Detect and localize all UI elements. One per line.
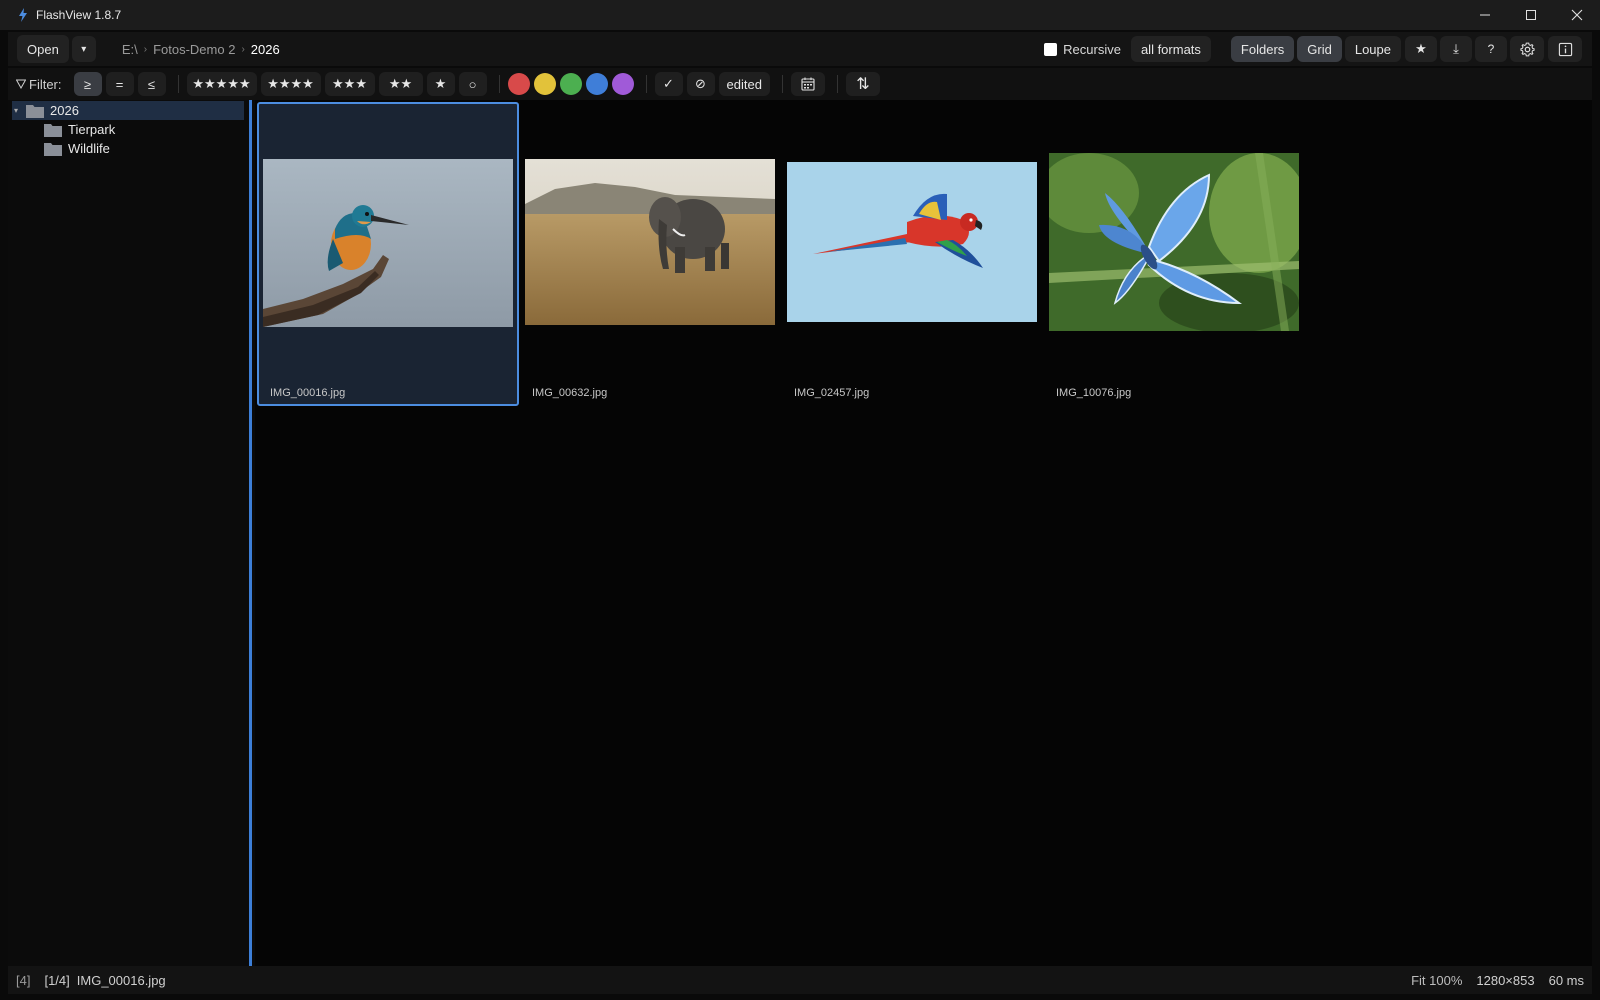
tree-item-label: Wildlife [68,141,110,156]
breadcrumb-separator: › [241,43,245,55]
filter-compare-eq[interactable]: = [105,72,134,96]
gear-icon [1519,42,1535,56]
thumbnail-grid: IMG_00016.jpg IMG_00632.jpg IMG_02457.jp… [255,100,1592,966]
filter-color-green[interactable] [559,73,582,95]
filter-picked-button[interactable]: ✓ [654,72,683,96]
filter-compare-lte[interactable]: ≤ [137,72,166,96]
status-zoom: Fit 100% [1411,972,1463,988]
thumbnail-image-butterfly[interactable] [1049,153,1299,331]
filter-rating-5[interactable]: ★★★★★ [186,72,257,96]
tree-item-2026[interactable]: ▾ 2026 [12,101,244,120]
breadcrumb-separator: › [143,43,148,55]
tree-item-wildlife[interactable]: Wildlife [44,139,244,158]
filter-rating-none[interactable]: ○ [458,72,487,96]
folder-tree: ▾ 2026 Tierpark Wildlife [8,100,252,966]
filter-rating-2[interactable]: ★★ [378,72,423,96]
filter-rejected-button[interactable]: ⊘ [686,72,715,96]
recursive-toggle[interactable]: Recursive [1044,42,1121,57]
window-title: FlashView 1.8.7 [36,8,122,22]
filter-rating-4[interactable]: ★★★★ [260,72,321,96]
view-folders-button[interactable]: Folders [1230,36,1295,62]
title-bar: FlashView 1.8.7 [0,0,1600,30]
divider [781,75,783,93]
download-icon[interactable]: ⤓ [1440,36,1472,62]
filter-bar: Filter: ≥ = ≤ ★★★★★ ★★★★ ★★★ ★★ ★ ○ ✓ ⊘ … [8,68,1592,100]
thumbnail-image-macaw[interactable] [787,162,1037,322]
date-filter-button[interactable] [790,72,825,96]
thumbnail-filename: IMG_10076.jpg [1056,387,1132,399]
recursive-label: Recursive [1063,41,1121,57]
status-position: [1/4] [44,972,70,988]
star-icon[interactable]: ★ [1405,36,1437,62]
filter-color-purple[interactable] [611,73,634,95]
thumbnail-item[interactable]: IMG_00632.jpg [519,102,781,406]
thumbnail-filename: IMG_00632.jpg [532,387,608,399]
help-icon[interactable]: ? [1475,36,1507,62]
breadcrumb-current[interactable]: 2026 [251,42,280,57]
sort-icon[interactable]: ⇅ [845,72,880,96]
thumbnail-image-elephant[interactable] [525,159,775,325]
settings-button[interactable] [1510,36,1544,62]
divider [177,75,179,93]
status-bar: [4] [1/4] IMG_00016.jpg Fit 100% 1280×85… [8,966,1592,994]
view-grid-button[interactable]: Grid [1297,36,1342,62]
status-time: 60 ms [1548,972,1584,988]
info-panel-button[interactable] [1548,36,1582,62]
folder-icon [26,104,44,118]
filter-color-blue[interactable] [585,73,608,95]
thumbnail-item[interactable]: IMG_02457.jpg [781,102,1043,406]
view-loupe-button[interactable]: Loupe [1344,36,1401,62]
info-icon [1558,42,1572,56]
thumbnail-filename: IMG_00016.jpg [270,387,346,399]
thumbnail-image-kingfisher[interactable] [263,159,513,327]
filter-rating-1[interactable]: ★ [426,72,455,96]
expand-arrow-icon[interactable]: ▾ [14,106,26,115]
maximize-icon [1526,10,1536,20]
tree-item-tierpark[interactable]: Tierpark [44,120,244,139]
breadcrumb-folder[interactable]: Fotos-Demo 2 [153,42,235,57]
divider [645,75,647,93]
recursive-checkbox[interactable] [1044,42,1058,56]
close-button[interactable] [1554,0,1600,30]
close-icon [1571,9,1583,21]
open-button[interactable]: Open [17,35,69,63]
filter-edited-button[interactable]: edited [718,72,770,96]
folder-icon [44,123,62,137]
status-dimensions: 1280×853 [1476,972,1535,988]
filter-color-yellow[interactable] [533,73,556,95]
thumbnail-filename: IMG_02457.jpg [794,387,870,399]
filter-color-red[interactable] [507,73,530,95]
filter-label-text: Filter: [29,76,62,92]
filter-icon [16,79,26,89]
tree-item-label: Tierpark [68,122,116,137]
breadcrumb-drive[interactable]: E:\ [122,42,138,57]
formats-dropdown[interactable]: all formats [1130,36,1211,62]
thumbnail-item[interactable]: IMG_00016.jpg [257,102,519,406]
app-lightning-icon [16,8,30,22]
breadcrumb: E:\ › Fotos-Demo 2 › 2026 [122,42,280,57]
tree-item-label: 2026 [50,103,79,118]
open-dropdown-button[interactable]: ▾ [71,36,96,62]
status-count: [4] [16,972,31,988]
filter-rating-3[interactable]: ★★★ [324,72,375,96]
calendar-icon [801,77,815,91]
minimize-button[interactable] [1462,0,1508,30]
filter-compare-gte[interactable]: ≥ [73,72,102,96]
thumbnail-item[interactable]: IMG_10076.jpg [1043,102,1305,406]
minimize-icon [1480,14,1490,16]
filter-label: Filter: [16,77,62,92]
main-toolbar: Open ▾ E:\ › Fotos-Demo 2 › 2026 Recursi… [8,32,1592,66]
divider [498,75,500,93]
status-filename: IMG_00016.jpg [76,972,166,988]
maximize-button[interactable] [1508,0,1554,30]
folder-icon [44,142,62,156]
divider [836,75,838,93]
